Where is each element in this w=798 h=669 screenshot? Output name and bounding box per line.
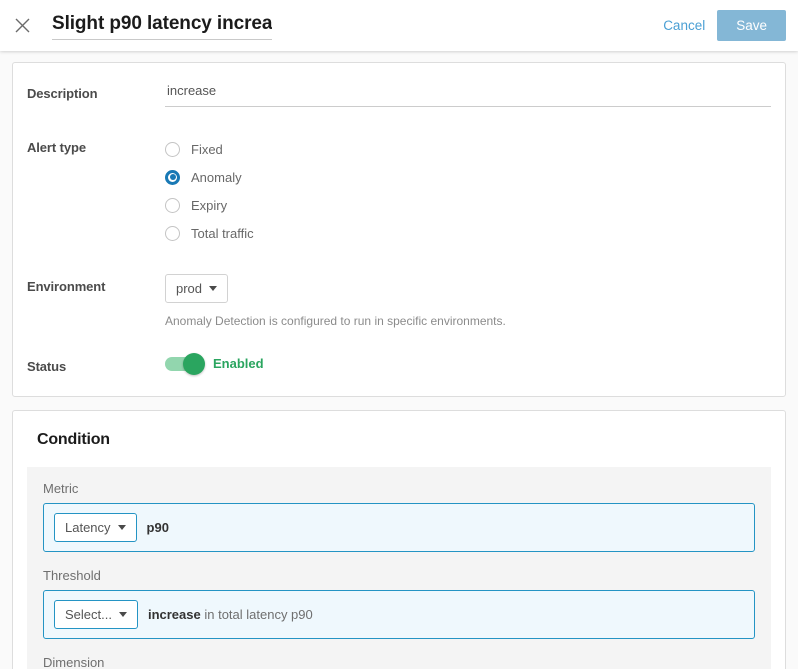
status-label: Status [27, 354, 165, 374]
radio-selected-icon [165, 170, 180, 185]
environment-helper-text: Anomaly Detection is configured to run i… [165, 314, 771, 328]
alert-type-radio-group: Fixed Anomaly Expiry Total traffic [165, 135, 771, 247]
alert-title-wrapper [52, 11, 272, 40]
radio-label: Anomaly [191, 170, 242, 185]
chevron-down-icon [119, 612, 127, 617]
condition-title: Condition [37, 431, 771, 449]
environment-row: Environment prod Anomaly Detection is co… [13, 274, 785, 328]
header-actions: Cancel Save [663, 10, 798, 42]
threshold-expression-strong: increase [148, 607, 201, 622]
radio-label: Total traffic [191, 226, 254, 241]
environment-dropdown-value: prod [176, 282, 202, 295]
alert-type-label: Alert type [27, 135, 165, 155]
save-button[interactable]: Save [717, 10, 786, 42]
threshold-expression-rest: in total latency p90 [201, 607, 313, 622]
threshold-expression-text: increase in total latency p90 [148, 607, 313, 622]
status-row: Status Enabled [13, 354, 785, 374]
radio-label: Expiry [191, 198, 227, 213]
page-header: Cancel Save [0, 0, 798, 51]
close-icon [14, 17, 31, 34]
radio-icon [165, 198, 180, 213]
environment-dropdown[interactable]: prod [165, 274, 228, 303]
status-toggle-label: Enabled [213, 356, 264, 371]
threshold-dropdown[interactable]: Select... [54, 600, 138, 629]
radio-option-total-traffic[interactable]: Total traffic [165, 219, 771, 247]
general-settings-card: Description Alert type Fixed Anomaly Exp… [12, 62, 786, 397]
page-body: Description Alert type Fixed Anomaly Exp… [0, 51, 798, 669]
radio-label: Fixed [191, 142, 223, 157]
radio-option-expiry[interactable]: Expiry [165, 191, 771, 219]
dimension-label: Dimension [43, 655, 755, 669]
alert-type-row: Alert type Fixed Anomaly Expiry Total tr… [13, 135, 785, 247]
metric-dropdown[interactable]: Latency [54, 513, 137, 542]
description-input[interactable] [165, 81, 771, 107]
condition-panel: Metric Latency p90 Threshold Select... i… [27, 467, 771, 669]
chevron-down-icon [118, 525, 126, 530]
threshold-dropdown-value: Select... [65, 608, 112, 621]
environment-label: Environment [27, 274, 165, 294]
status-toggle-wrapper: Enabled [165, 354, 771, 371]
radio-icon [165, 142, 180, 157]
metric-label: Metric [43, 481, 755, 496]
cancel-button[interactable]: Cancel [663, 18, 705, 33]
alert-title-input[interactable] [52, 11, 272, 40]
close-button[interactable] [0, 0, 44, 51]
description-label: Description [27, 81, 165, 101]
metric-dropdown-value: Latency [65, 521, 111, 534]
condition-card: Condition Metric Latency p90 Threshold S… [12, 410, 786, 669]
toggle-knob-icon [183, 353, 205, 375]
chevron-down-icon [209, 286, 217, 291]
threshold-expression-row[interactable]: Select... increase in total latency p90 [43, 590, 755, 639]
status-toggle[interactable] [165, 357, 203, 371]
metric-expression-row[interactable]: Latency p90 [43, 503, 755, 552]
metric-expression-text: p90 [147, 520, 169, 535]
radio-option-anomaly[interactable]: Anomaly [165, 163, 771, 191]
radio-option-fixed[interactable]: Fixed [165, 135, 771, 163]
radio-icon [165, 226, 180, 241]
description-row: Description [13, 81, 785, 107]
threshold-label: Threshold [43, 568, 755, 583]
